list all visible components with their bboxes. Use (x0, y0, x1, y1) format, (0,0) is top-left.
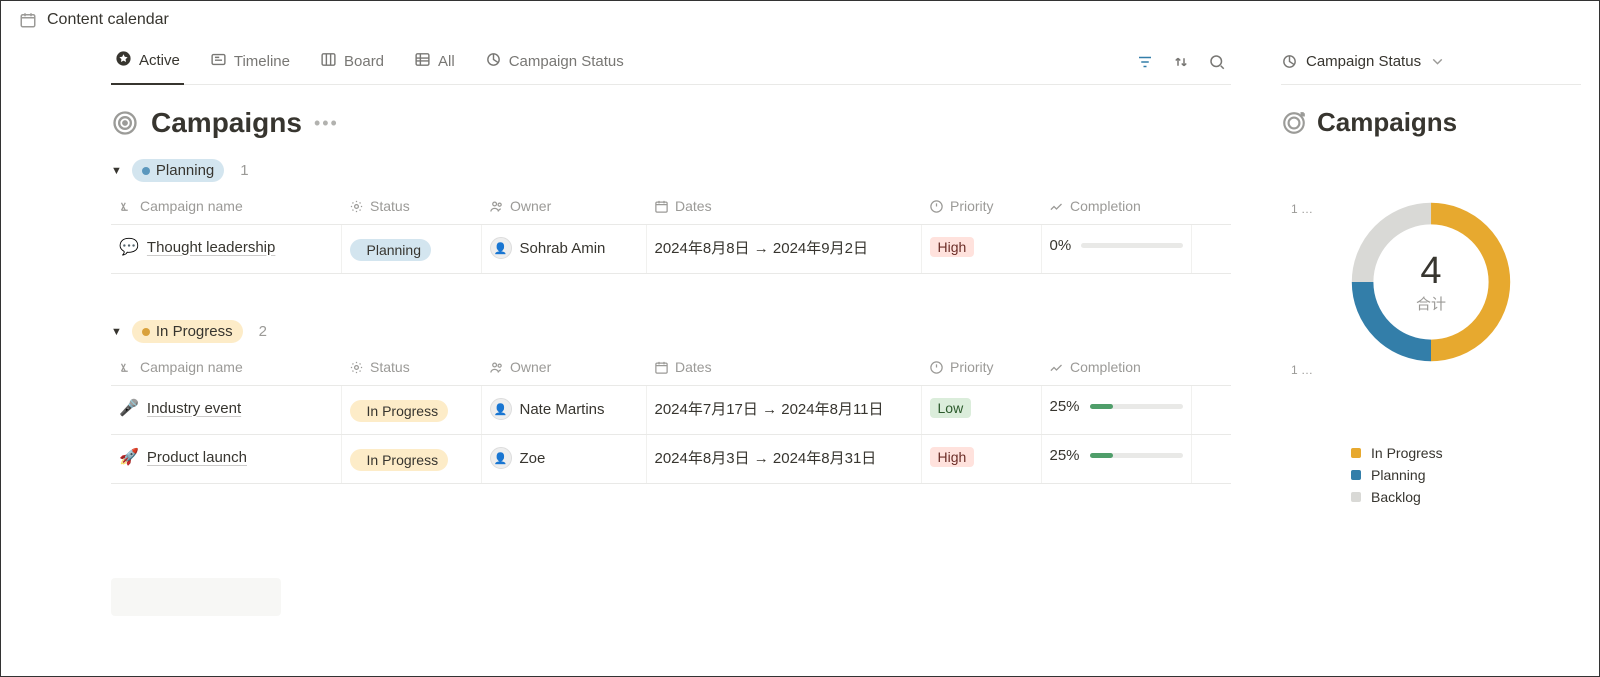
target-icon (111, 109, 139, 137)
row-emoji: 💬 (119, 237, 139, 257)
group-count: 2 (259, 323, 267, 340)
status-badge: In Progress (350, 400, 449, 422)
chart-legend: In ProgressPlanningBacklog (1281, 442, 1581, 508)
donut-annotation: 1 … (1291, 202, 1313, 216)
search-icon[interactable] (1203, 48, 1231, 76)
tab-campaign-status[interactable]: Campaign Status (481, 39, 628, 85)
dates-cell: 2024年8月3日 → 2024年8月31日 (646, 435, 921, 484)
col-header[interactable]: Priority (921, 188, 1041, 225)
legend-item: In Progress (1351, 442, 1581, 464)
col-header[interactable]: Owner (481, 349, 646, 386)
dates-cell: 2024年8月8日 → 2024年9月2日 (646, 225, 921, 274)
group-count: 1 (240, 162, 248, 179)
tab-timeline[interactable]: Timeline (206, 39, 294, 85)
col-header[interactable]: Owner (481, 188, 646, 225)
col-header[interactable]: Priority (921, 349, 1041, 386)
database-title: Campaigns (151, 107, 302, 139)
tab-all[interactable]: All (410, 39, 459, 85)
col-header[interactable]: Status (341, 188, 481, 225)
side-title: Campaigns (1317, 107, 1457, 138)
col-header[interactable]: Dates (646, 188, 921, 225)
col-header[interactable]: Completion (1041, 188, 1191, 225)
group-header-planning[interactable]: ▼ Planning 1 (111, 153, 1231, 188)
group-header-in-progress[interactable]: ▼ In Progress 2 (111, 314, 1231, 349)
more-icon[interactable]: ••• (314, 113, 339, 134)
row-emoji: 🎤 (119, 398, 139, 418)
legend-item: Planning (1351, 464, 1581, 486)
board-icon (320, 51, 337, 72)
campaign-name[interactable]: Product launch (147, 449, 247, 466)
priority-tag: High (930, 447, 975, 467)
filter-icon[interactable] (1131, 48, 1159, 76)
status-badge: In Progress (350, 449, 449, 471)
calendar-icon (19, 11, 37, 29)
view-tabs: Active Timeline Board All Campaign Status (111, 39, 1231, 85)
avatar: 👤 (490, 398, 512, 420)
completion-cell: 25% (1050, 447, 1183, 464)
star-icon (115, 50, 132, 71)
sort-icon[interactable] (1167, 48, 1195, 76)
tab-board[interactable]: Board (316, 39, 388, 85)
target-share-icon (1281, 110, 1307, 136)
table-icon (414, 51, 431, 72)
status-badge: Planning (350, 239, 432, 261)
campaign-name[interactable]: Industry event (147, 400, 241, 417)
col-header[interactable]: Dates (646, 349, 921, 386)
owner-cell: 👤Zoe (490, 447, 638, 469)
breadcrumb[interactable]: Content calendar (1, 1, 1599, 39)
donut-icon (1281, 53, 1298, 70)
placeholder-block (111, 578, 281, 616)
completion-cell: 0% (1050, 237, 1183, 254)
table-row[interactable]: 🚀 Product launch In Progress 👤Zoe 2024年8月3日 … (111, 435, 1231, 484)
col-header[interactable]: Status (341, 349, 481, 386)
donut-icon (485, 51, 502, 72)
col-header[interactable]: Campaign name (111, 349, 341, 386)
status-pill: In Progress (132, 320, 243, 343)
dates-cell: 2024年7月17日 → 2024年8月11日 (646, 386, 921, 435)
chevron-down-icon (1429, 53, 1446, 70)
owner-cell: 👤Sohrab Amin (490, 237, 638, 259)
avatar: 👤 (490, 237, 512, 259)
campaign-name[interactable]: Thought leadership (147, 239, 275, 256)
col-header[interactable]: Campaign name (111, 188, 341, 225)
donut-total: 4 (1420, 250, 1441, 293)
page-title: Content calendar (47, 11, 169, 29)
row-emoji: 🚀 (119, 447, 139, 467)
table-row[interactable]: 💬 Thought leadership Planning 👤Sohrab Amin 2… (111, 225, 1231, 274)
col-header[interactable]: Completion (1041, 349, 1191, 386)
toggle-icon[interactable]: ▼ (111, 326, 122, 338)
legend-item: Backlog (1351, 486, 1581, 508)
timeline-icon (210, 51, 227, 72)
avatar: 👤 (490, 447, 512, 469)
priority-tag: High (930, 237, 975, 257)
priority-tag: Low (930, 398, 972, 418)
owner-cell: 👤Nate Martins (490, 398, 638, 420)
status-pill: Planning (132, 159, 224, 182)
tab-active[interactable]: Active (111, 39, 184, 85)
table-row[interactable]: 🎤 Industry event In Progress 👤Nate Martins 2… (111, 386, 1231, 435)
data-table: Campaign nameStatusOwnerDatesPriorityCom… (111, 188, 1231, 274)
donut-total-label: 合计 (1416, 293, 1446, 314)
side-view-selector[interactable]: Campaign Status (1281, 39, 1581, 85)
toggle-icon[interactable]: ▼ (111, 165, 122, 177)
completion-cell: 25% (1050, 398, 1183, 415)
donut-annotation: 1 … (1291, 363, 1313, 377)
data-table: Campaign nameStatusOwnerDatesPriorityCom… (111, 349, 1231, 484)
donut-chart: 4 合计 1 … 1 … (1311, 192, 1551, 372)
